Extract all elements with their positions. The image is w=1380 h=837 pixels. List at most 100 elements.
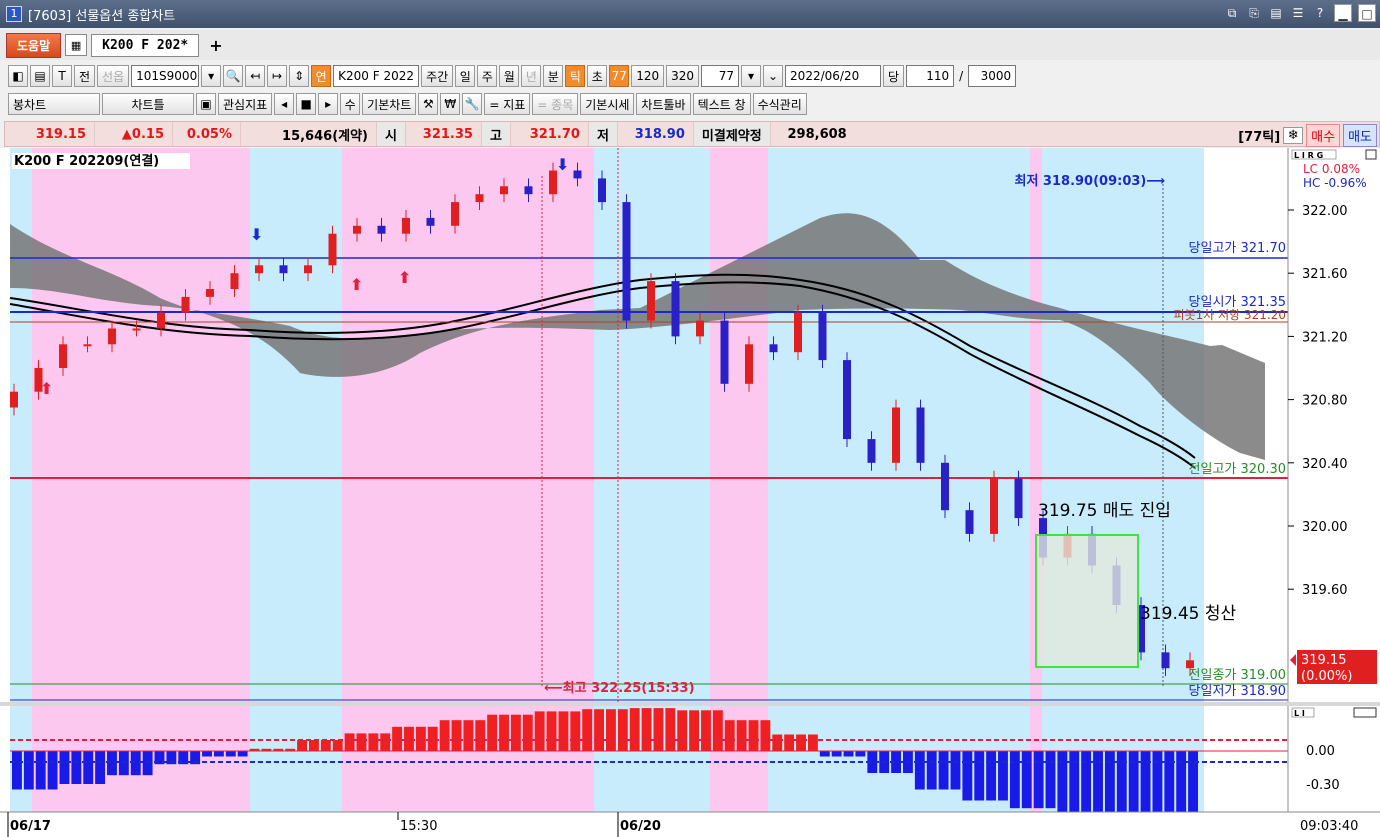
help-icon[interactable]: ? (1312, 4, 1328, 22)
change-pct: 0.05% (173, 122, 241, 146)
chart-frame-select[interactable]: 차트틀 (102, 93, 194, 115)
osc-bar (1057, 751, 1068, 815)
unit-tick[interactable]: 틱 (565, 65, 586, 87)
wrench-icon[interactable]: 🔧 (462, 93, 483, 115)
candle (59, 344, 67, 368)
total-input[interactable]: 3000 (968, 65, 1017, 87)
maximize-button[interactable]: □ (1358, 4, 1376, 22)
stop-icon[interactable]: ■ (296, 93, 317, 115)
save-icon[interactable]: ▤ (1268, 4, 1284, 22)
layout2-icon[interactable]: ▤ (30, 65, 50, 87)
tick-dropdown-icon[interactable]: ▾ (741, 65, 762, 87)
dropdown-icon[interactable]: ▾ (201, 65, 222, 87)
candle (965, 510, 974, 534)
unit-year[interactable]: 년 (521, 65, 542, 87)
osc-bar (1009, 751, 1020, 809)
count-input[interactable]: 110 (906, 65, 955, 87)
entry-note: 319.75 매도 진입 (1038, 501, 1171, 521)
panel-separator[interactable] (0, 702, 1380, 706)
period-button[interactable]: 주간 (421, 65, 454, 87)
text-icon[interactable]: T (52, 65, 72, 87)
tick-down-icon[interactable]: ⌄ (763, 65, 784, 87)
minimize-button[interactable]: ▁ (1334, 4, 1352, 22)
link-icon[interactable]: ⧉ (1224, 4, 1240, 22)
candle (794, 312, 802, 353)
per-button[interactable]: 당 (883, 65, 905, 87)
add-tab-button[interactable]: + (203, 36, 228, 55)
chart-type-select[interactable]: 봉차트 (8, 93, 100, 115)
scroll-right-icon[interactable]: ▸ (318, 93, 339, 115)
base-chart-button[interactable]: 기본차트 (362, 93, 417, 115)
name-input[interactable]: K200 F 2022 (333, 65, 420, 87)
basic-quote-button[interactable]: 기본시세 (580, 93, 635, 115)
spin-icon[interactable]: ⇕ (289, 65, 310, 87)
unit-week[interactable]: 주 (477, 65, 498, 87)
last-pct: (0.00%) (1301, 669, 1352, 684)
candle (892, 407, 900, 463)
osc-tick-neg: -0.30 (1306, 778, 1340, 793)
code-input[interactable]: 101S9000 (131, 65, 200, 87)
help-button[interactable]: 도움말 (6, 32, 62, 58)
tick-120-button[interactable]: 120 (631, 65, 665, 87)
osc-bar (594, 709, 604, 751)
unit-second[interactable]: 초 (587, 65, 608, 87)
candle (451, 202, 459, 226)
futopt-button[interactable]: 선옵 (97, 65, 130, 87)
osc-bar (926, 751, 937, 790)
all-button[interactable]: 전 (74, 65, 96, 87)
list-icon[interactable]: ☰ (1290, 4, 1306, 22)
layout1-icon[interactable]: ◧ (8, 65, 28, 87)
chart-svg[interactable]: ⬇ ⬇ ⬇ ⬆ ⬆ ⬆ K200 F 202209(연결) 당일고가 321.7… (0, 148, 1380, 837)
snowflake-icon[interactable]: ❄ (1283, 127, 1304, 144)
tick-input[interactable]: 77 (701, 65, 740, 87)
tick-320-button[interactable]: 320 (666, 65, 700, 87)
osc-bar (23, 751, 34, 790)
osc-bar (724, 720, 735, 751)
volume: 15,646(계약) (241, 122, 377, 146)
osc-bar (606, 709, 616, 751)
restore-icon[interactable] (1365, 149, 1377, 160)
indicator-button[interactable]: = 지표 (484, 93, 531, 115)
osc-bar (522, 714, 533, 751)
plus-button[interactable]: 수 (340, 93, 361, 115)
scroll-left-icon[interactable]: ◂ (274, 93, 295, 115)
window-number: 1 (6, 6, 22, 22)
osc-bar (202, 751, 212, 757)
search-icon[interactable]: 🔍 (223, 65, 244, 87)
x-label-d1: 06/17 (10, 819, 51, 834)
candle (279, 265, 288, 274)
copy-icon[interactable]: ⎘ (1246, 4, 1262, 22)
tools-icon[interactable]: ⚒ (418, 93, 439, 115)
formula-button[interactable]: 수식관리 (752, 93, 807, 115)
link-button[interactable]: 연 (311, 65, 332, 87)
date-input[interactable]: 2022/06/20 (785, 65, 882, 87)
osc-bar (582, 709, 593, 751)
screen-icon[interactable]: ▦ (65, 34, 88, 56)
osc-window-icon[interactable] (1353, 707, 1377, 718)
secondary-toolbar: 봉차트 차트틀 ▣ 관심지표 ◂ ■ ▸ 수 기본차트 ⚒ ₩ 🔧 = 지표 =… (0, 91, 1380, 117)
prev-icon[interactable]: ↤ (245, 65, 266, 87)
chart-toolbar-button[interactable]: 차트툴바 (636, 93, 691, 115)
unit-month[interactable]: 월 (499, 65, 520, 87)
candle (1161, 652, 1170, 669)
next-icon[interactable]: ↦ (267, 65, 288, 87)
tick-77-button[interactable]: 77 (609, 65, 630, 87)
unit-day[interactable]: 일 (455, 65, 476, 87)
sell-button[interactable]: 매도 (1343, 124, 1377, 147)
tab-k200[interactable]: K200 F 202* (91, 33, 200, 57)
krw-button[interactable]: ₩ (440, 93, 461, 115)
unit-minute[interactable]: 분 (543, 65, 564, 87)
item-button[interactable]: = 종목 (532, 93, 579, 115)
save-frame-icon[interactable]: ▣ (196, 93, 216, 115)
oi-label: 미결제약정 (693, 122, 771, 146)
y-tick-label: 320.40 (1302, 457, 1348, 472)
buy-button[interactable]: 매수 (1306, 124, 1341, 147)
osc-bar (225, 751, 236, 757)
chart-area[interactable]: ⬇ ⬇ ⬇ ⬆ ⬆ ⬆ K200 F 202209(연결) 당일고가 321.7… (0, 148, 1380, 837)
candle (328, 233, 337, 266)
text-window-button[interactable]: 텍스트 창 (692, 93, 751, 115)
osc-bar (962, 751, 973, 801)
osc-bar (974, 751, 985, 801)
indicator-select[interactable]: 관심지표 (218, 93, 273, 115)
candle (157, 312, 165, 329)
